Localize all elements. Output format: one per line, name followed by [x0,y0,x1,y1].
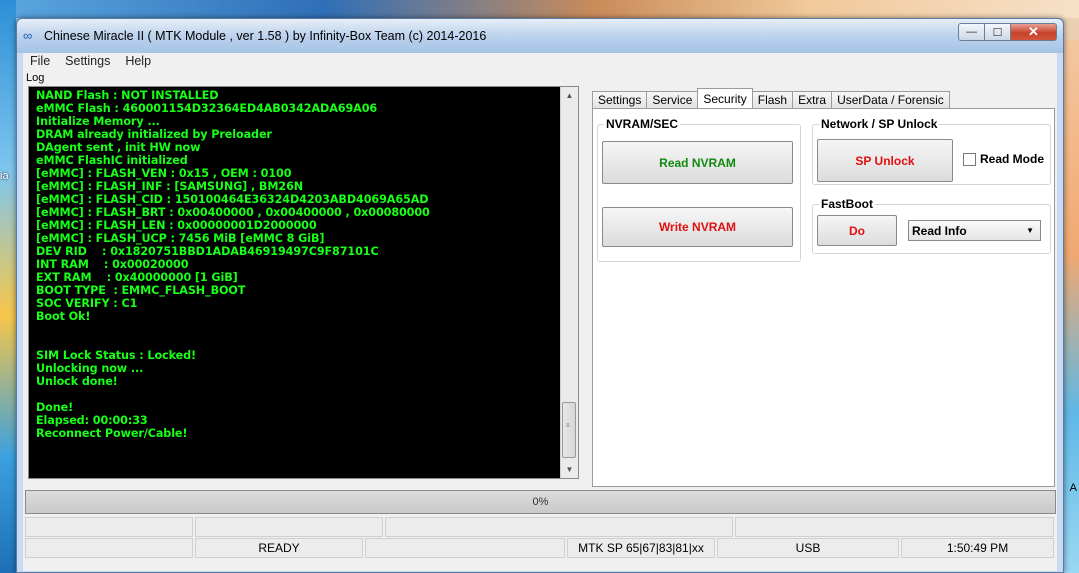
read-mode-checkbox[interactable]: Read Mode [963,152,1044,166]
read-mode-label: Read Mode [980,152,1045,166]
chevron-down-icon: ▼ [1026,226,1034,235]
log-panel[interactable]: NAND Flash : NOT INSTALLED eMMC Flash : 4… [28,86,579,479]
desktop-wallpaper-left [0,0,16,573]
log-line: Boot Ok! [36,310,91,323]
status-cell [195,517,383,537]
tab-userdata-forensic[interactable]: UserData / Forensic [831,91,950,108]
status-cell-blank-2 [365,538,565,558]
log-line: eMMC Flash : 460001154D32364ED4AB0342ADA… [36,102,378,115]
menu-file[interactable]: File [23,53,58,71]
checkbox-box [963,152,976,166]
tab-extra[interactable]: Extra [792,91,833,108]
client-area: File Settings Help Log NAND Flash : NOT … [23,53,1057,571]
fastboot-option-value: Read Info [912,223,967,238]
log-line: SIM Lock Status : Locked! [36,349,197,362]
tab-panel: Settings Service Security Flash Extra Us… [592,88,1055,487]
title-bar[interactable]: ∞ Chinese Miracle II ( MTK Module , ver … [17,19,1063,53]
log-line: DAgent sent , init HW now [36,141,201,154]
log-line: [eMMC] : FLASH_BRT : 0x00400000 , 0x0040… [36,206,430,219]
tab-security[interactable]: Security [697,88,753,108]
write-nvram-button[interactable]: Write NVRAM [602,207,793,247]
log-line: eMMC FlashIC initialized [36,154,188,167]
log-line: EXT RAM : 0x40000000 [1 GiB] [36,271,238,284]
log-scrollbar[interactable]: ▲ ≡ ▼ [560,87,578,478]
log-line: Initialize Memory ... [36,115,160,128]
fastboot-group: FastBoot Do Read Info ▼ [812,197,1051,254]
grip-icon: ≡ [566,423,570,429]
status-cell [735,517,1054,537]
log-line: [eMMC] : FLASH_LEN : 0x00000001D2000000 [36,219,317,232]
status-ready: READY [195,538,363,558]
infinity-icon: ∞ [23,28,33,43]
scrollbar-thumb[interactable]: ≡ [562,402,576,458]
log-line: [eMMC] : FLASH_VEN : 0x15 , OEM : 0100 [36,167,292,180]
maximize-button[interactable]: ☐ [985,23,1011,41]
nvram-group: NVRAM/SEC Read NVRAM Write NVRAM [597,117,801,262]
window-title: Chinese Miracle II ( MTK Module , ver 1.… [44,29,487,43]
sp-unlock-button[interactable]: SP Unlock [817,139,953,182]
status-bar: READY MTK SP 65|67|83|81|xx USB 1:50:49 … [25,538,1056,558]
tab-service[interactable]: Service [646,91,699,108]
fastboot-option-select[interactable]: Read Info ▼ [908,220,1041,241]
network-unlock-group: Network / SP Unlock SP Unlock Read Mode [812,117,1051,185]
tab-strip: Settings Service Security Flash Extra Us… [592,88,950,108]
window-controls: — ☐ ✕ [958,23,1057,41]
minimize-button[interactable]: — [958,23,985,41]
progress-text: 0% [532,496,549,508]
log-line: NAND Flash : NOT INSTALLED [36,89,219,102]
scroll-up-arrow-icon[interactable]: ▲ [561,87,578,104]
fastboot-do-button[interactable]: Do [817,215,897,246]
status-cell-blank [25,538,193,558]
desktop-icon-label-right: A [1069,482,1077,494]
security-tab-content: NVRAM/SEC Read NVRAM Write NVRAM Network… [592,108,1055,487]
desktop-icon-label: ia [0,170,9,182]
tab-settings[interactable]: Settings [592,91,648,108]
status-cell [25,517,193,537]
nvram-group-title: NVRAM/SEC [604,117,681,131]
log-line: [eMMC] : FLASH_INF : [SAMSUNG] , BM26N [36,180,304,193]
status-clock: 1:50:49 PM [901,538,1054,558]
menu-help[interactable]: Help [118,53,159,71]
log-line: DRAM already initialized by Preloader [36,128,272,141]
log-line: [eMMC] : FLASH_CID : 150100464E36324D420… [36,193,429,206]
log-line: Reconnect Power/Cable! [36,427,188,440]
app-window: ∞ Chinese Miracle II ( MTK Module , ver … [16,18,1064,573]
scroll-down-arrow-icon[interactable]: ▼ [561,461,578,478]
log-line: INT RAM : 0x00020000 [36,258,189,271]
tab-flash[interactable]: Flash [751,91,794,108]
status-platform: MTK SP 65|67|83|81|xx [567,538,715,558]
status-cell [385,517,733,537]
log-line: Unlocking now ... [36,362,144,375]
log-lines: NAND Flash : NOT INSTALLED eMMC Flash : 4… [36,89,551,440]
log-line: BOOT TYPE : EMMC_FLASH_BOOT [36,284,246,297]
log-line: DEV RID : 0x1820751BBD1ADAB46919497C9F87… [36,245,379,258]
progress-bar: 0% [25,490,1056,514]
status-row-top [25,517,1056,537]
log-line: Elapsed: 00:00:33 [36,414,148,427]
close-button[interactable]: ✕ [1011,23,1057,41]
log-line: Unlock done! [36,375,118,388]
desktop-wallpaper-top [0,0,1079,18]
network-unlock-group-title: Network / SP Unlock [819,117,940,131]
log-line: Done! [36,401,74,414]
menu-bar: File Settings Help [23,53,1057,71]
read-nvram-button[interactable]: Read NVRAM [602,141,793,184]
fastboot-group-title: FastBoot [819,197,875,211]
log-label: Log [26,72,45,84]
menu-settings[interactable]: Settings [58,53,118,71]
log-line: SOC VERIFY : C1 [36,297,138,310]
status-connection: USB [717,538,899,558]
log-line: [eMMC] : FLASH_UCP : 7456 MiB [eMMC 8 Gi… [36,232,325,245]
